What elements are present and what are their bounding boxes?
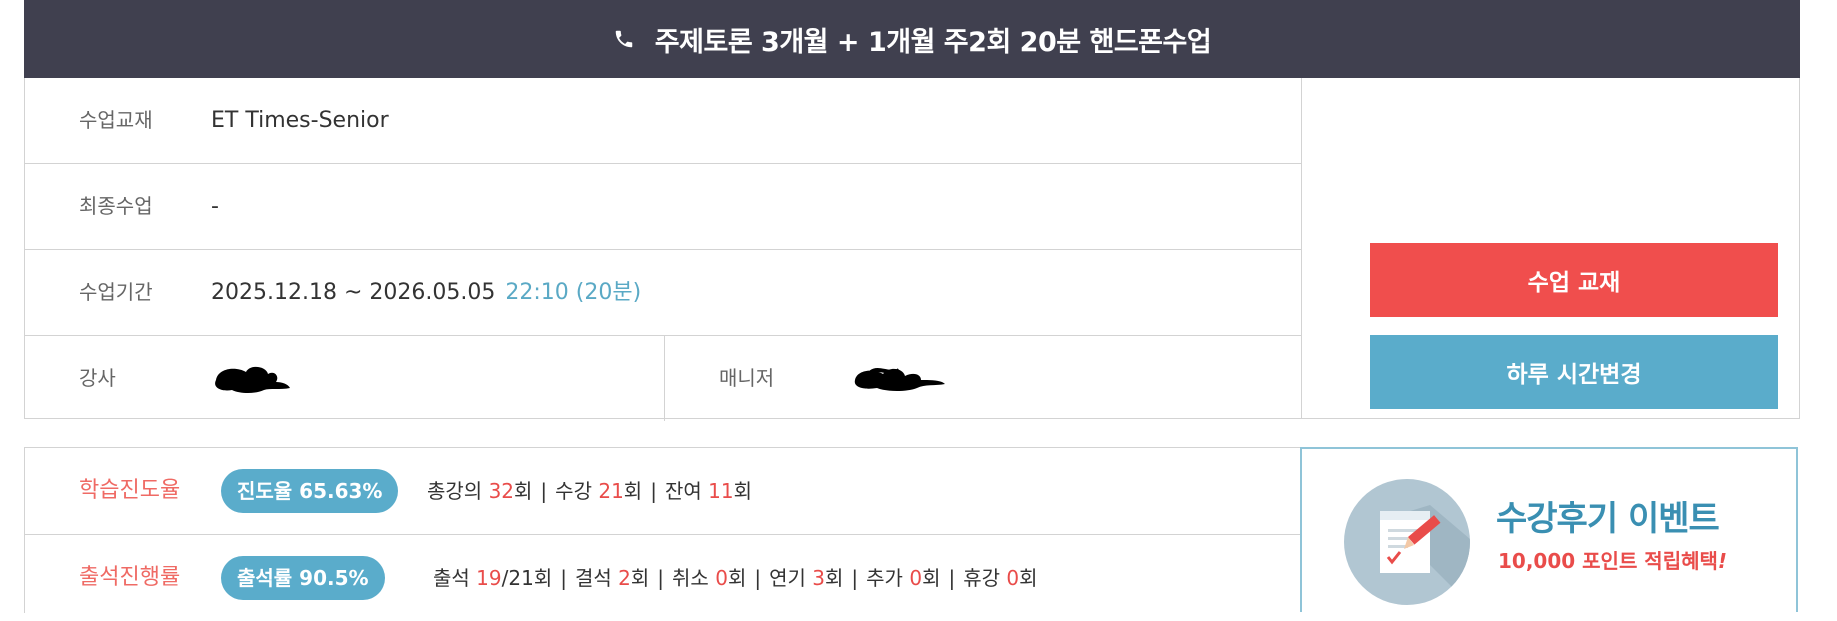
- remaining-label: 잔여: [664, 479, 702, 503]
- extra-count: 0: [909, 566, 923, 590]
- attendance-row: 출석진행률 출석률 90.5% 출석 19/21회 | 결석 2회 | 취소 0회 | 연기…: [25, 535, 1301, 621]
- attendance-label: 출석진행률: [79, 565, 181, 590]
- period-label: 수업기간: [79, 280, 153, 304]
- course-info-panel: 수업교재 ET Times-Senior 최종수업 - 수업기간 2025.12…: [24, 78, 1800, 421]
- absent-label: 결석: [574, 566, 612, 590]
- remaining-unit: 회: [733, 479, 752, 503]
- study-progress-label: 학습진도율: [79, 478, 181, 503]
- teacher-name-redacted: [215, 366, 290, 393]
- course-title-bar: 주제토론 3개월 + 1개월 주2회 20분 핸드폰수업: [24, 0, 1800, 78]
- event-subtitle-mark: !: [1717, 549, 1728, 573]
- info-row-period: 수업기간 2025.12.18 ~ 2026.05.05 22:10 (20분): [25, 250, 1301, 336]
- attended-unit: 회: [623, 479, 643, 503]
- study-progress-stats: 총강의 32회 | 수강 21회 | 잔여 11회: [427, 479, 752, 503]
- total-unit: 회: [514, 479, 533, 503]
- break-label: 휴강: [963, 566, 1001, 590]
- course-card: 주제토론 3개월 + 1개월 주2회 20분 핸드폰수업 수업교재 ET Tim…: [24, 0, 1800, 613]
- attended-count: 21: [598, 479, 624, 503]
- course-title: 주제토론 3개월 + 1개월 주2회 20분 핸드폰수업: [654, 26, 1212, 58]
- present-count: 19: [476, 566, 502, 590]
- attendance-badge: 출석률 90.5%: [221, 556, 385, 600]
- event-subtitle: 10,000 포인트 적립혜택!: [1498, 545, 1727, 574]
- phone-icon: [613, 28, 635, 50]
- cancel-count: 0: [715, 566, 728, 590]
- manager-name-redacted: [854, 368, 945, 391]
- event-title: 수강후기 이벤트: [1496, 499, 1720, 539]
- break-unit: 회: [1019, 566, 1038, 590]
- present-label: 출석: [433, 566, 470, 590]
- extra-unit: 회: [922, 566, 941, 590]
- last-class-label: 최종수업: [79, 194, 153, 218]
- progress-panel: 학습진도율 진도율 65.63% 총강의 32회 | 수강 21회 | 잔여 11회 출…: [24, 447, 1301, 613]
- postpone-unit: 회: [825, 566, 844, 590]
- extra-label: 추가: [866, 566, 903, 590]
- info-row-last-class: 최종수업 -: [25, 164, 1301, 250]
- absent-unit: 회: [630, 566, 650, 590]
- info-row-textbook: 수업교재 ET Times-Senior: [25, 78, 1301, 164]
- last-class-value: -: [211, 194, 219, 219]
- textbook-label: 수업교재: [79, 108, 153, 132]
- class-time: 22:10 (20분): [505, 280, 642, 305]
- manager-label: 매니저: [719, 366, 775, 390]
- cancel-unit: 회: [727, 566, 747, 590]
- postpone-count: 3: [812, 566, 825, 590]
- cancel-label: 취소: [672, 566, 709, 590]
- postpone-label: 연기: [769, 566, 806, 590]
- break-count: 0: [1006, 566, 1020, 590]
- review-event-banner[interactable]: 수강후기 이벤트 10,000 포인트 적립혜택!: [1300, 447, 1798, 612]
- period-value: 2025.12.18 ~ 2026.05.05 22:10 (20분): [211, 250, 641, 335]
- textbook-value: ET Times-Senior: [211, 108, 389, 133]
- remaining-count: 11: [708, 479, 734, 503]
- period-dates: 2025.12.18 ~ 2026.05.05: [211, 280, 496, 305]
- change-time-button[interactable]: 하루 시간변경: [1370, 335, 1778, 409]
- staff-divider: [664, 336, 665, 421]
- total-count: 32: [488, 479, 515, 503]
- study-progress-badge: 진도율 65.63%: [221, 469, 399, 513]
- course-info-table: 수업교재 ET Times-Senior 최종수업 - 수업기간 2025.12…: [25, 78, 1302, 421]
- event-subtitle-text: 10,000 포인트 적립혜택: [1498, 549, 1718, 573]
- textbook-button[interactable]: 수업 교재: [1370, 243, 1778, 317]
- review-document-icon: [1344, 479, 1470, 605]
- attendance-stats: 출석 19/21회 | 결석 2회 | 취소 0회 | 연기 3회 | 추가 0회 | 휴강 0회: [433, 566, 1038, 590]
- study-progress-row: 학습진도율 진도율 65.63% 총강의 32회 | 수강 21회 | 잔여 11회: [25, 448, 1301, 535]
- info-row-staff: 강사 매니저: [25, 336, 1301, 421]
- attended-label: 수강: [555, 479, 592, 503]
- present-total: /21회: [501, 566, 553, 590]
- absent-count: 2: [618, 566, 631, 590]
- teacher-label: 강사: [79, 366, 116, 390]
- total-label: 총강의: [427, 479, 483, 503]
